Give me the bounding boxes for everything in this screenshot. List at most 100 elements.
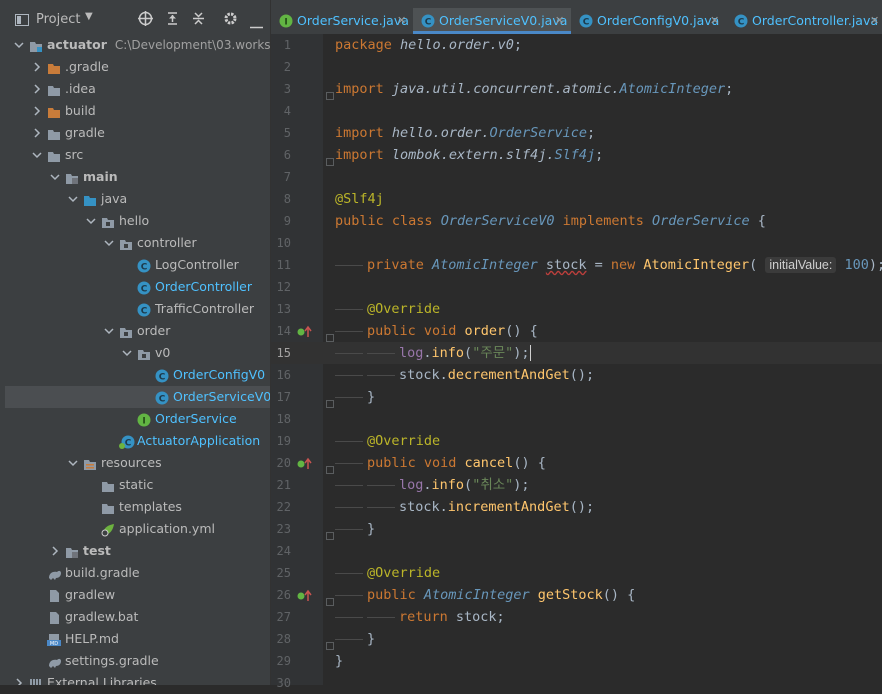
- package-icon: [101, 214, 115, 228]
- tree-item-logcontroller[interactable]: C LogController: [5, 254, 270, 276]
- chevron-down-icon[interactable]: [13, 34, 25, 56]
- tree-item-build-gradle[interactable]: build.gradle: [5, 562, 270, 584]
- tree-item-templates[interactable]: templates: [5, 496, 270, 518]
- code-line: }: [367, 389, 376, 405]
- tab-orderconfigv0-java[interactable]: C OrderConfigV0.java ✕: [571, 8, 726, 34]
- tree-item-gradle[interactable]: gradle: [5, 122, 270, 144]
- gear-icon[interactable]: [223, 11, 238, 30]
- chevron-right-icon[interactable]: [49, 540, 61, 562]
- source-folder-icon: [65, 544, 79, 558]
- line-number: 23: [276, 522, 291, 536]
- chevron-down-icon[interactable]: ▼: [85, 11, 93, 22]
- class-icon: C: [137, 302, 151, 317]
- chevron-right-icon[interactable]: [31, 56, 43, 78]
- close-icon[interactable]: ✕: [710, 8, 719, 34]
- indent-guide: [335, 507, 363, 508]
- tree-item-trafficcontroller[interactable]: C TrafficController: [5, 298, 270, 320]
- line-number: 18: [276, 412, 291, 426]
- tab-label: OrderService.java: [297, 13, 409, 28]
- close-icon[interactable]: ✕: [397, 8, 406, 34]
- tree-item-ordercontroller[interactable]: C OrderController: [5, 276, 270, 298]
- fold-marker-icon[interactable]: [326, 327, 334, 342]
- tree-item-label: order: [137, 323, 171, 338]
- indent-guide: [335, 595, 363, 596]
- chevron-down-icon[interactable]: [121, 342, 133, 364]
- chevron-down-icon[interactable]: [49, 166, 61, 188]
- fold-marker-icon[interactable]: [326, 591, 334, 606]
- package-icon: [137, 346, 151, 360]
- line-number: 29: [276, 654, 291, 668]
- locate-file-icon[interactable]: [138, 11, 153, 30]
- chevron-right-icon[interactable]: [13, 672, 25, 685]
- chevron-down-icon[interactable]: [67, 188, 79, 210]
- tab-orderservice-java[interactable]: I OrderService.java ✕: [271, 8, 413, 34]
- chevron-down-icon[interactable]: [103, 232, 115, 254]
- tree-item-test[interactable]: test: [5, 540, 270, 562]
- chevron-right-icon[interactable]: [31, 78, 43, 100]
- fold-marker-icon[interactable]: [326, 85, 334, 100]
- implements-method-icon[interactable]: [297, 588, 312, 602]
- class-icon: C: [155, 390, 169, 405]
- tree-item-gradlew-bat[interactable]: gradlew.bat: [5, 606, 270, 628]
- svg-text:C: C: [159, 373, 166, 383]
- tree-item-v0[interactable]: v0: [5, 342, 270, 364]
- close-icon[interactable]: ✕: [870, 8, 879, 34]
- tab-ordercontroller-java[interactable]: C OrderController.java ✕: [726, 8, 882, 34]
- implements-method-icon[interactable]: [297, 456, 312, 470]
- tree-item-gradle[interactable]: .gradle: [5, 56, 270, 78]
- expand-all-icon[interactable]: [165, 11, 180, 30]
- tree-item-static[interactable]: static: [5, 474, 270, 496]
- tab-orderservicev0-java[interactable]: C OrderServiceV0.java ✕: [413, 8, 571, 34]
- tree-item-label: resources: [101, 455, 162, 470]
- tree-item-settings-gradle[interactable]: settings.gradle: [5, 650, 270, 672]
- tree-item-orderconfigv0[interactable]: C OrderConfigV0: [5, 364, 270, 386]
- tree-item-actuatorapplication[interactable]: C ActuatorApplication: [5, 430, 270, 452]
- tree-item-external-libraries[interactable]: External Libraries: [5, 672, 270, 685]
- chevron-down-icon[interactable]: [31, 144, 43, 166]
- line-number: 24: [276, 544, 291, 558]
- fold-marker-icon[interactable]: [326, 151, 334, 166]
- tree-item-controller[interactable]: controller: [5, 232, 270, 254]
- tree-item-actuator[interactable]: actuatorC:\Development\03.workspace: [5, 34, 270, 56]
- tree-item-idea[interactable]: .idea: [5, 78, 270, 100]
- code-line: public AtomicInteger getStock() {: [367, 587, 636, 603]
- fold-marker-icon[interactable]: [326, 393, 334, 408]
- tree-item-orderservicev0[interactable]: C OrderServiceV0: [5, 386, 270, 408]
- tree-item-order[interactable]: order: [5, 320, 270, 342]
- collapse-all-icon[interactable]: [191, 11, 206, 30]
- tree-item-resources[interactable]: resources: [5, 452, 270, 474]
- tree-item-java[interactable]: java: [5, 188, 270, 210]
- svg-text:C: C: [583, 18, 590, 28]
- indent-guide: [335, 265, 363, 266]
- chevron-down-icon[interactable]: [85, 210, 97, 232]
- chevron-down-icon[interactable]: [67, 452, 79, 474]
- tree-item-gradlew[interactable]: gradlew: [5, 584, 270, 606]
- code-line: package hello.order.v0;: [335, 37, 522, 53]
- chevron-right-icon[interactable]: [31, 122, 43, 144]
- line-number: 19: [276, 434, 291, 448]
- chevron-right-icon[interactable]: [31, 100, 43, 122]
- implements-method-icon[interactable]: [297, 324, 312, 338]
- fold-marker-icon[interactable]: [326, 525, 334, 540]
- line-number: 12: [276, 280, 291, 294]
- tree-item-src[interactable]: src: [5, 144, 270, 166]
- code-line: log.info("취소");: [399, 477, 530, 493]
- tree-item-orderservice[interactable]: I OrderService: [5, 408, 270, 430]
- fold-marker-icon[interactable]: [326, 635, 334, 650]
- tree-item-label: src: [65, 147, 84, 162]
- project-view-label[interactable]: Project: [36, 12, 80, 27]
- tree-item-help-md[interactable]: MD HELP.md: [5, 628, 270, 650]
- tree-item-main[interactable]: main: [5, 166, 270, 188]
- tree-item-build[interactable]: build: [5, 100, 270, 122]
- fold-marker-icon[interactable]: [326, 459, 334, 474]
- tree-item-label: build: [65, 103, 96, 118]
- chevron-down-icon[interactable]: [103, 320, 115, 342]
- tree-item-application-yml[interactable]: application.yml: [5, 518, 270, 540]
- yml-file-icon: [101, 522, 115, 537]
- tree-item-hello[interactable]: hello: [5, 210, 270, 232]
- tree-item-label: build.gradle: [65, 565, 140, 580]
- close-icon[interactable]: ✕: [555, 8, 564, 34]
- minimize-icon[interactable]: [250, 18, 263, 33]
- line-number: 8: [283, 192, 291, 206]
- project-view-icon[interactable]: [15, 14, 29, 26]
